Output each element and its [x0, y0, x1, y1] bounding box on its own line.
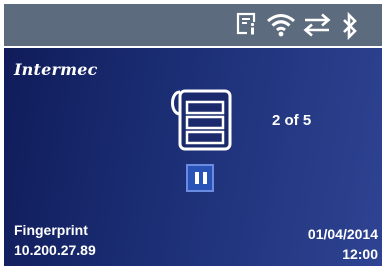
printer-label-icon [166, 88, 236, 159]
pause-button[interactable] [186, 164, 214, 192]
date-label: 01/04/2014 [307, 226, 378, 242]
bluetooth-icon [340, 11, 360, 45]
status-bar [4, 4, 382, 46]
wifi-icon [266, 12, 296, 43]
app-name: Fingerprint [14, 222, 88, 238]
time-label: 12:00 [342, 246, 378, 262]
printer-screen: Intermec 2 of 5 Fingerprint 10.200.27.89… [0, 0, 386, 270]
ip-address: 10.200.27.89 [14, 242, 96, 258]
transfer-arrows-icon [302, 12, 332, 43]
document-info-icon [236, 12, 260, 41]
job-counter: 2 of 5 [272, 112, 312, 129]
intermec-logo: Intermec [14, 60, 98, 79]
